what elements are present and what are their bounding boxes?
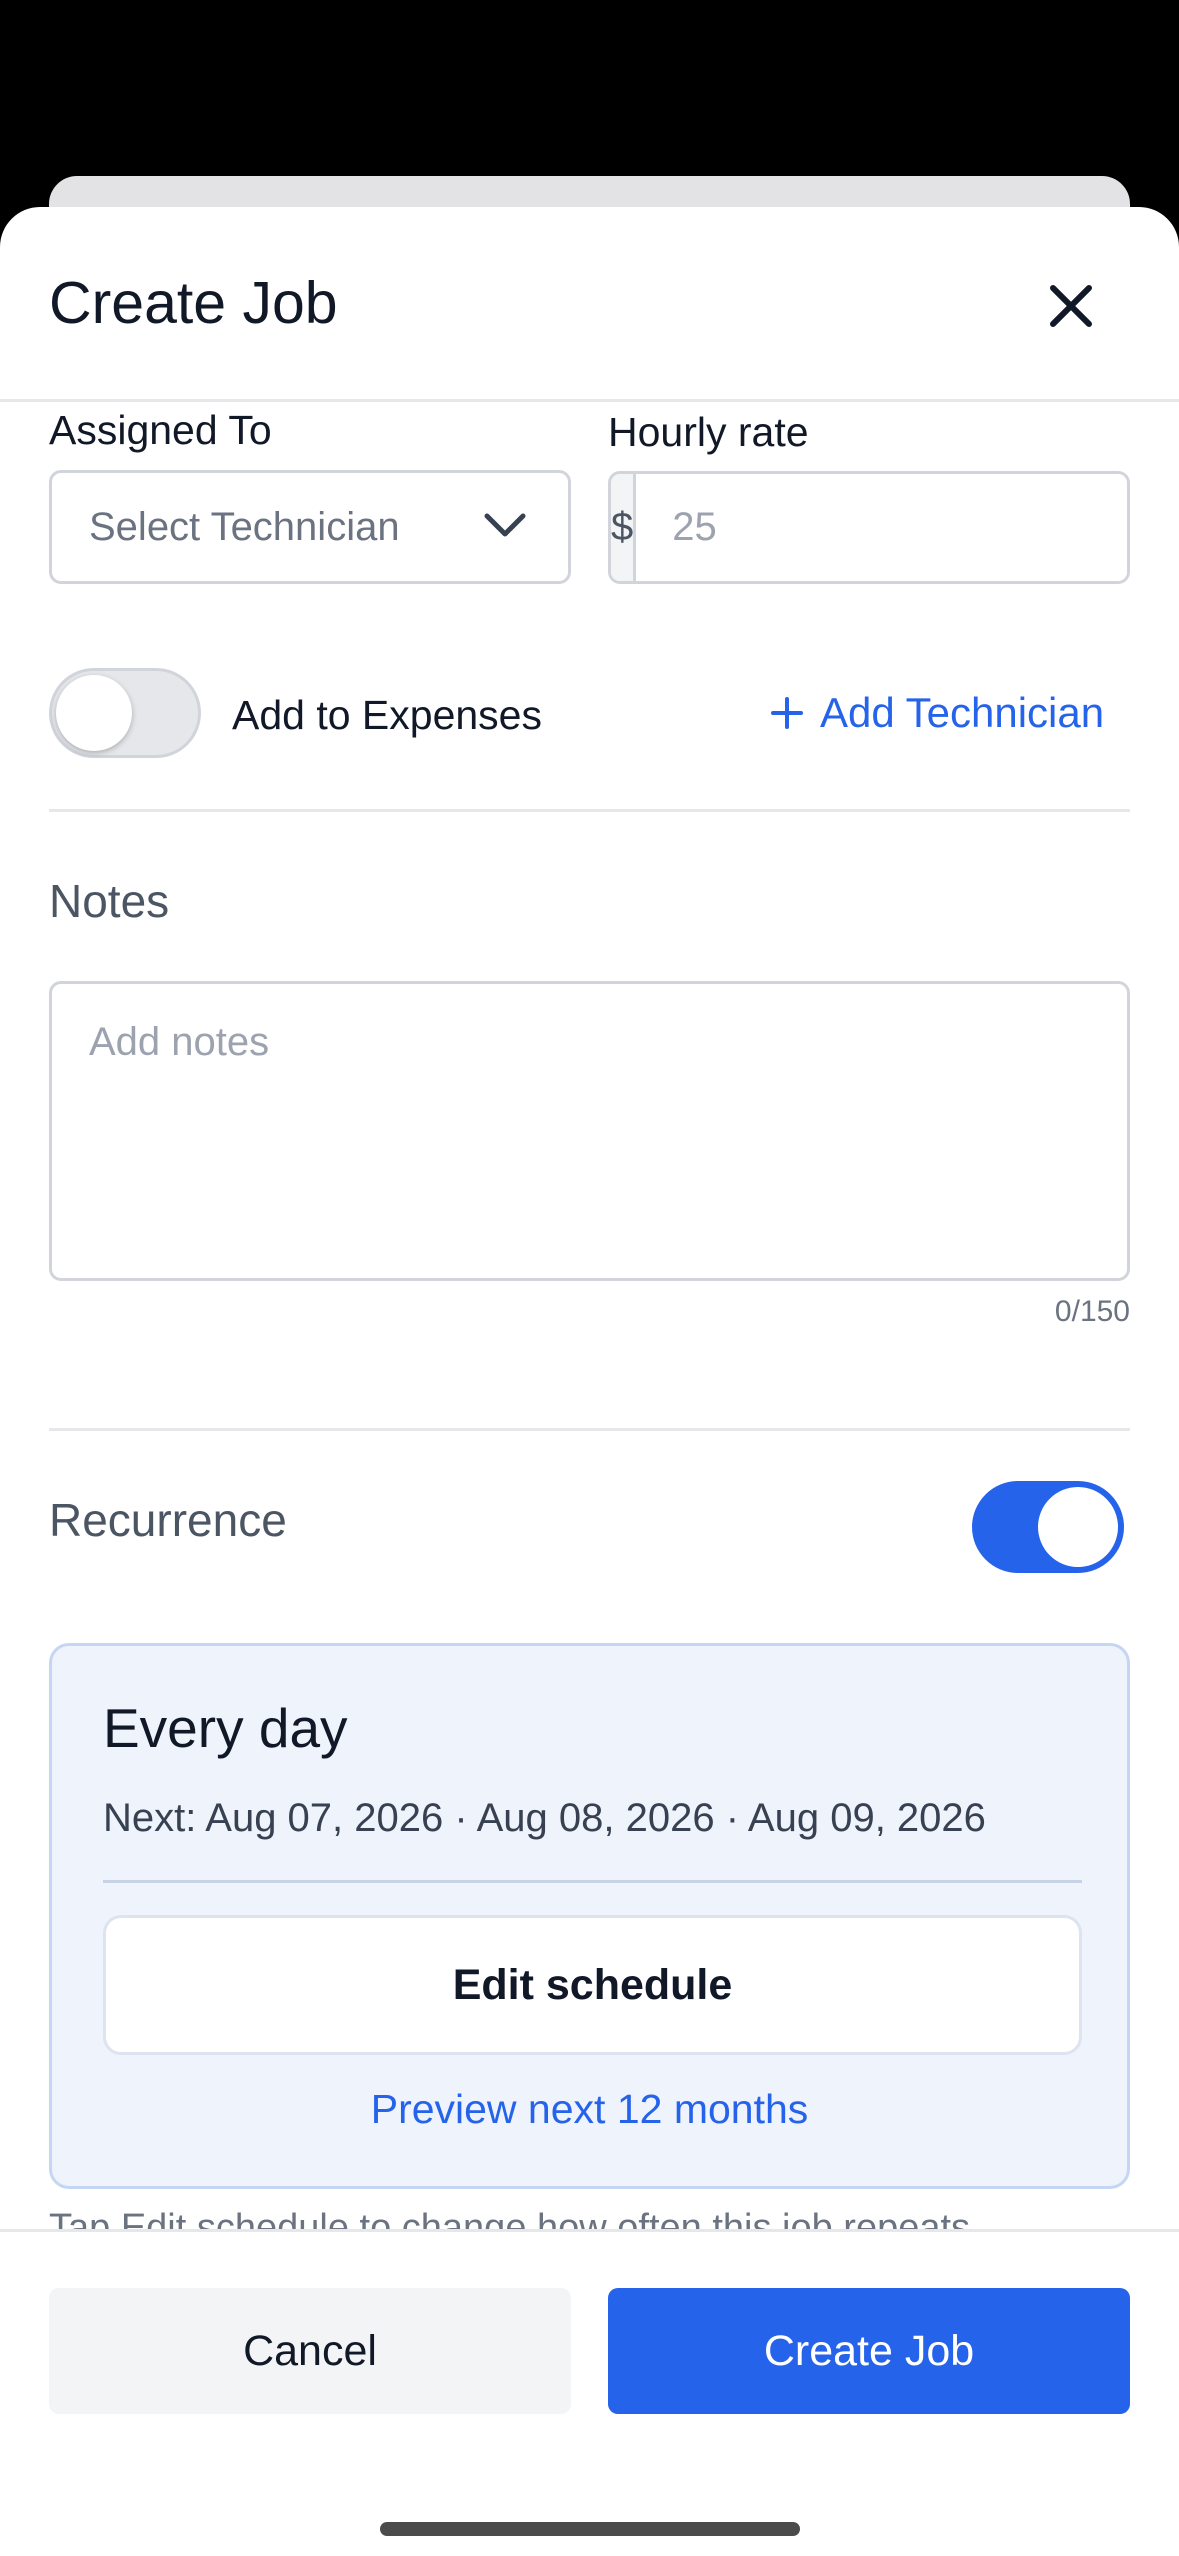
- notes-label: Notes: [49, 875, 170, 927]
- technician-select[interactable]: Select Technician: [49, 470, 571, 584]
- divider: [49, 1428, 1130, 1431]
- sheet-footer: Cancel Create Job: [0, 2229, 1179, 2556]
- recurrence-frequency: Every day: [103, 1697, 348, 1759]
- close-icon: [1050, 285, 1092, 327]
- close-button[interactable]: [1036, 271, 1106, 341]
- hourly-rate-input[interactable]: [636, 474, 1127, 581]
- sheet-header: Create Job: [0, 207, 1179, 402]
- currency-prefix: $: [611, 474, 637, 581]
- toggle-knob: [1038, 1487, 1118, 1567]
- notes-input[interactable]: [49, 981, 1130, 1281]
- add-technician-button[interactable]: Add Technician: [770, 689, 1104, 737]
- card-divider: [103, 1880, 1082, 1883]
- recurrence-toggle[interactable]: [972, 1481, 1124, 1573]
- divider: [49, 809, 1130, 812]
- chevron-down-icon: [484, 513, 526, 537]
- expenses-toggle[interactable]: [49, 668, 201, 758]
- plus-icon: [771, 697, 803, 729]
- edit-schedule-button[interactable]: Edit schedule: [103, 1915, 1082, 2055]
- toggle-knob: [56, 675, 132, 751]
- home-indicator: [380, 2522, 800, 2536]
- assigned-to-label: Assigned To: [49, 407, 272, 453]
- recurrence-card: Every day Next: Aug 07, 2026 · Aug 08, 2…: [49, 1643, 1130, 2189]
- recurrence-next-dates: Next: Aug 07, 2026 · Aug 08, 2026 · Aug …: [103, 1796, 986, 1840]
- technician-select-placeholder: Select Technician: [89, 504, 400, 549]
- create-job-sheet: Create Job Assigned To Hourly rate Selec…: [0, 207, 1179, 2556]
- hourly-rate-field: $: [608, 471, 1130, 584]
- notes-counter: 0/150: [1054, 1295, 1130, 1328]
- add-technician-label: Add Technician: [820, 689, 1105, 736]
- page-title: Create Job: [49, 270, 338, 336]
- hourly-rate-label: Hourly rate: [608, 409, 809, 455]
- expenses-label: Add to Expenses: [232, 692, 542, 738]
- recurrence-label: Recurrence: [49, 1494, 287, 1546]
- cancel-button[interactable]: Cancel: [49, 2288, 571, 2414]
- preview-link[interactable]: Preview next 12 months: [52, 2086, 1127, 2133]
- create-job-button[interactable]: Create Job: [608, 2288, 1130, 2414]
